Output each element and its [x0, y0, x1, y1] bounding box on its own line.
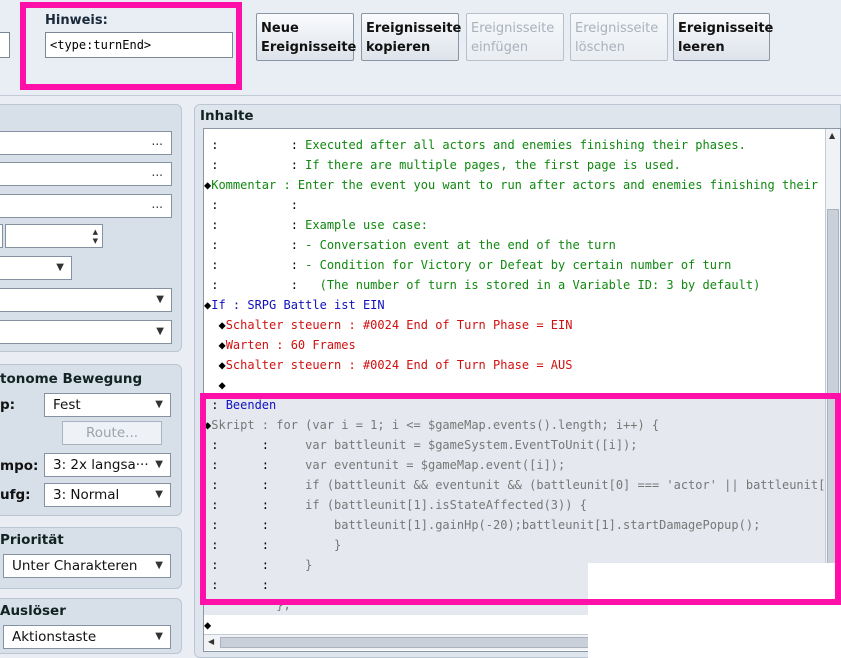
command-prefix: ◆	[204, 618, 212, 632]
delete-event-page-button[interactable]: Ereignisseite löschen	[570, 13, 668, 61]
condition-switch-1[interactable]: ...	[0, 131, 172, 155]
movement-type-select[interactable]: Fest ▼	[44, 393, 171, 417]
chevron-down-icon: ▼	[155, 631, 163, 642]
command-text: - Conversation event at the end of the t…	[305, 238, 616, 252]
frequency-value: 3: Normal	[53, 487, 120, 503]
chevron-down-icon: ▼	[156, 294, 164, 305]
command-text: If there are multiple pages, the first p…	[305, 158, 681, 172]
trigger-select[interactable]: Aktionstaste ▼	[3, 625, 171, 649]
priority-select[interactable]: Unter Charakteren ▼	[3, 554, 171, 578]
speed-label: mpo:	[0, 458, 39, 474]
paste-event-page-label: Ereignisseite einfügen	[471, 21, 555, 55]
command-line[interactable]: : : If there are multiple pages, the fir…	[204, 155, 829, 175]
command-text: (The number of turn is stored in a Varia…	[305, 278, 761, 292]
command-text: Warten : 60 Frames	[225, 338, 356, 352]
ellipsis-icon: ...	[151, 197, 163, 211]
route-button[interactable]: Route...	[62, 421, 162, 445]
contents-title: Inhalte	[200, 108, 254, 124]
frequency-select[interactable]: 3: Normal ▼	[44, 483, 171, 507]
command-prefix: : :	[204, 198, 306, 212]
condition-self-switch[interactable]: ▼	[0, 256, 72, 280]
command-prefix: : :	[204, 238, 306, 252]
speed-select[interactable]: 3: 2x langsa··· ▼	[44, 453, 171, 477]
ellipsis-icon: ...	[151, 134, 163, 148]
chevron-down-icon: ▼	[56, 262, 64, 273]
command-prefix: : :	[204, 218, 306, 232]
condition-actor[interactable]: ▼	[0, 320, 172, 344]
command-line[interactable]: ◆	[204, 375, 829, 395]
copy-event-page-label: Ereignisseite kopieren	[366, 21, 462, 55]
paste-event-page-button[interactable]: Ereignisseite einfügen	[466, 13, 564, 61]
command-text: Kommentar : Enter the event you want to …	[211, 178, 841, 192]
copy-event-page-button[interactable]: Ereignisseite kopieren	[361, 13, 462, 61]
chevron-down-icon: ▼	[155, 459, 163, 470]
chevron-down-icon: ▼	[155, 489, 163, 500]
clear-event-page-label: Ereignisseite leeren	[678, 21, 774, 55]
chevron-down-icon: ▼	[155, 560, 163, 571]
command-line[interactable]: ◆Kommentar : Enter the event you want to…	[204, 175, 840, 195]
command-text: If : SRPG Battle ist EIN	[211, 298, 385, 312]
command-prefix: ◆	[204, 378, 226, 392]
autonomous-movement-title: tonome Bewegung	[0, 371, 143, 387]
command-line[interactable]: ◆Warten : 60 Frames	[204, 335, 829, 355]
command-prefix: : :	[204, 258, 306, 272]
condition-switch-2[interactable]: ...	[0, 162, 172, 186]
command-prefix: : :	[204, 158, 306, 172]
condition-operator[interactable]	[0, 224, 3, 248]
command-prefix: : :	[204, 138, 306, 152]
name-input[interactable]	[0, 32, 10, 58]
command-text: Schalter steuern : #0024 End of Turn Pha…	[225, 318, 573, 332]
new-event-page-label: Neue Ereignisseite	[261, 21, 357, 55]
chevron-down-icon: ▼	[155, 399, 163, 410]
condition-value-spinner[interactable]: ▲ ▼	[5, 224, 103, 248]
command-line[interactable]: ◆Schalter steuern : #0024 End of Turn Ph…	[204, 355, 829, 375]
horizontal-scroll-thumb[interactable]	[220, 637, 600, 648]
condition-variable[interactable]: ...	[0, 194, 172, 218]
frequency-label: ufg:	[0, 487, 31, 503]
delete-event-page-label: Ereignisseite löschen	[575, 21, 659, 55]
command-text: Executed after all actors and enemies fi…	[305, 138, 746, 152]
command-prefix: : :	[204, 278, 306, 292]
chevron-down-icon: ▼	[156, 326, 164, 337]
highlight-note	[20, 2, 242, 90]
command-prefix: ◆	[204, 338, 226, 352]
trigger-title: Auslöser	[0, 603, 66, 619]
command-line[interactable]: : : (The number of turn is stored in a V…	[204, 275, 829, 295]
scroll-up-icon[interactable]: ▲	[829, 131, 835, 140]
new-event-page-button[interactable]: Neue Ereignisseite	[256, 13, 357, 61]
command-line[interactable]: : : Example use case:	[204, 215, 829, 235]
command-text: Schalter steuern : #0024 End of Turn Pha…	[225, 358, 573, 372]
clear-event-page-button[interactable]: Ereignisseite leeren	[673, 13, 774, 61]
highlight-script	[200, 393, 841, 605]
movement-type-label: p:	[0, 397, 16, 413]
command-text: - Condition for Victory or Defeat by cer…	[305, 258, 732, 272]
command-text: Example use case:	[305, 218, 428, 232]
command-line[interactable]: : : Executed after all actors and enemie…	[204, 135, 829, 155]
priority-value: Unter Charakteren	[12, 558, 138, 574]
priority-title: Priorität	[0, 532, 64, 548]
command-line[interactable]: ◆If : SRPG Battle ist EIN	[204, 295, 829, 315]
spin-up-icon[interactable]: ▲	[93, 228, 98, 236]
scroll-left-icon[interactable]: ◀	[208, 637, 214, 646]
command-prefix: ◆	[204, 318, 226, 332]
command-line[interactable]: ◆Schalter steuern : #0024 End of Turn Ph…	[204, 315, 829, 335]
ellipsis-icon: ...	[151, 165, 163, 179]
trigger-value: Aktionstaste	[12, 629, 97, 645]
condition-item[interactable]: ▼	[0, 288, 172, 312]
speed-value: 3: 2x langsa···	[53, 457, 149, 473]
command-line[interactable]: : : - Conversation event at the end of t…	[204, 235, 829, 255]
command-line[interactable]: : :	[204, 195, 829, 215]
command-line[interactable]: : : - Condition for Victory or Defeat by…	[204, 255, 829, 275]
movement-type-value: Fest	[53, 397, 81, 413]
command-prefix: ◆	[204, 358, 226, 372]
spin-down-icon[interactable]: ▼	[93, 237, 98, 245]
